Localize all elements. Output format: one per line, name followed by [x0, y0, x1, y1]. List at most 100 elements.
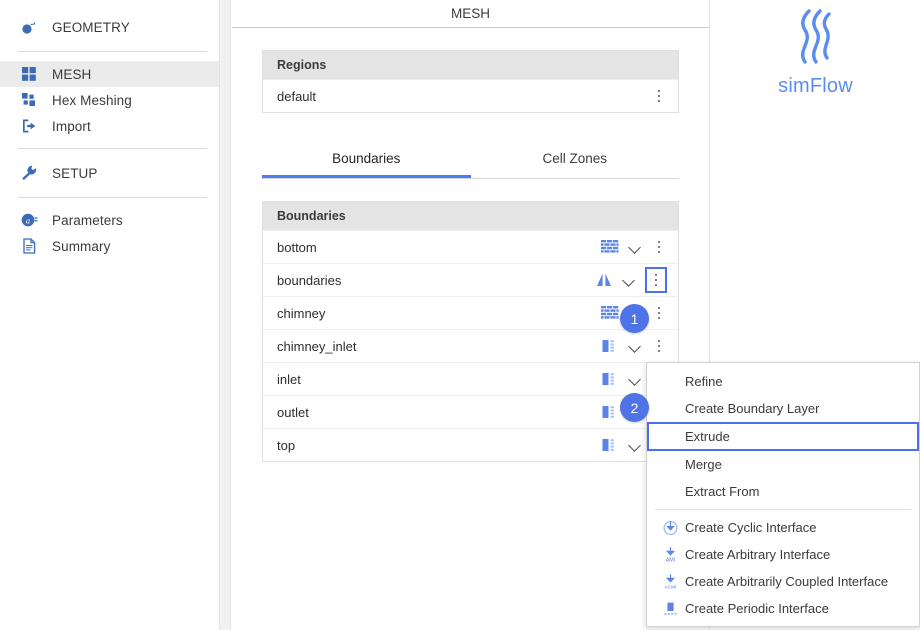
page-title: MESH: [450, 6, 490, 21]
menu-item-label: Create Cyclic Interface: [685, 520, 817, 535]
menu-item-label: Refine: [685, 374, 723, 389]
menu-item-label: Create Boundary Layer: [685, 401, 820, 416]
boundary-row-actions: [601, 237, 667, 257]
tab-cell-zones[interactable]: Cell Zones: [471, 145, 680, 178]
sidebar-item-label: SETUP: [52, 165, 98, 181]
simflow-application-window: GEOMETRY MESH Hex Meshing Import SETUP a…: [0, 0, 920, 630]
menu-separator: [655, 509, 911, 510]
sidebar-item-label: Hex Meshing: [52, 92, 132, 108]
boundary-kebab-menu-icon[interactable]: [651, 336, 667, 356]
boundary-kebab-menu-icon-active[interactable]: [645, 267, 667, 293]
menu-item-label: Create Periodic Interface: [685, 601, 829, 616]
boundaries-cellzones-tabs: Boundaries Cell Zones: [262, 145, 679, 179]
boundary-kebab-menu-icon[interactable]: [651, 303, 667, 323]
menu-item-merge[interactable]: Merge: [647, 451, 919, 478]
chevron-down-icon[interactable]: [628, 438, 642, 452]
sidebar-main-divider: [219, 0, 231, 630]
simflow-flame-icon: [787, 6, 845, 73]
main-title-bar: MESH: [232, 0, 709, 28]
step-badge-2: 2: [620, 393, 649, 422]
table-row[interactable]: chimney: [263, 296, 678, 329]
table-row[interactable]: chimney_inlet: [263, 329, 678, 362]
svg-text:ACMI: ACMI: [664, 585, 676, 590]
simflow-logo: simFlow: [710, 6, 920, 98]
sidebar-item-label: Summary: [52, 238, 111, 254]
wrench-icon: [18, 162, 40, 184]
menu-item-create-cyclic-interface[interactable]: Create Cyclic Interface: [647, 514, 919, 541]
table-row[interactable]: bottom: [263, 230, 678, 263]
boundary-name: chimney_inlet: [277, 338, 357, 354]
chevron-down-icon[interactable]: [622, 273, 636, 287]
import-icon: [18, 115, 40, 137]
boundary-row-actions: [601, 336, 667, 356]
summary-document-icon: [18, 235, 40, 257]
sidebar-item-label: MESH: [52, 66, 92, 82]
menu-item-create-periodic-interface[interactable]: Create Periodic Interface: [647, 595, 919, 622]
regions-card: Regions default: [262, 50, 679, 113]
simflow-logo-text: simFlow: [778, 75, 853, 97]
menu-item-refine[interactable]: Refine: [647, 368, 919, 395]
sidebar-item-mesh[interactable]: MESH: [0, 61, 219, 87]
step-badge-1: 1: [620, 304, 649, 333]
patch-icon: [601, 371, 619, 387]
sidebar-divider-1: [18, 51, 207, 52]
table-row[interactable]: default: [263, 79, 678, 112]
chevron-down-icon[interactable]: [628, 240, 642, 254]
sidebar-item-summary[interactable]: Summary: [0, 233, 219, 259]
menu-item-extrude[interactable]: Extrude: [647, 422, 919, 451]
symmetry-icon: [595, 272, 613, 288]
ami-interface-icon: AMI: [659, 545, 681, 565]
hex-meshing-icon: [18, 89, 40, 111]
sidebar-divider-3: [18, 197, 207, 198]
acmi-interface-icon: ACMI: [659, 572, 681, 592]
sidebar-item-setup[interactable]: SETUP: [0, 158, 219, 188]
left-sidebar: GEOMETRY MESH Hex Meshing Import SETUP a…: [0, 0, 219, 630]
sidebar-item-parameters[interactable]: a Parameters: [0, 207, 219, 233]
table-row[interactable]: inlet: [263, 362, 678, 395]
sidebar-divider-2: [18, 148, 207, 149]
boundary-kebab-menu-icon[interactable]: [651, 237, 667, 257]
patch-icon: [601, 338, 619, 354]
wall-brick-icon: [601, 239, 619, 255]
chevron-down-icon[interactable]: [628, 372, 642, 386]
menu-item-label: Extract From: [685, 484, 760, 499]
wall-brick-icon: [601, 305, 619, 321]
region-kebab-menu-icon[interactable]: [651, 86, 667, 106]
menu-item-create-arbitrarily-coupled-interface[interactable]: ACMI Create Arbitrarily Coupled Interfac…: [647, 568, 919, 595]
boundaries-header: Boundaries: [263, 202, 678, 230]
patch-icon: [601, 437, 619, 453]
geometry-icon: [18, 16, 40, 38]
menu-item-extract-from[interactable]: Extract From: [647, 478, 919, 505]
boundary-row-actions: [595, 267, 667, 293]
periodic-interface-icon: [659, 599, 681, 619]
boundary-name: top: [277, 437, 296, 453]
sidebar-item-import[interactable]: Import: [0, 113, 219, 139]
sidebar-item-hex-meshing[interactable]: Hex Meshing: [0, 87, 219, 113]
boundary-context-menu: Refine Create Boundary Layer Extrude Mer…: [646, 362, 920, 627]
cyclic-interface-icon: [659, 518, 681, 538]
menu-item-label: Merge: [685, 457, 722, 472]
boundary-name: outlet: [277, 404, 309, 420]
tab-boundaries[interactable]: Boundaries: [262, 145, 471, 178]
menu-item-label: Create Arbitrary Interface: [685, 547, 831, 562]
tab-label: Cell Zones: [542, 151, 608, 166]
boundary-name: bottom: [277, 239, 317, 255]
sidebar-item-geometry[interactable]: GEOMETRY: [0, 12, 219, 42]
chevron-down-icon[interactable]: [628, 339, 642, 353]
patch-icon: [601, 404, 619, 420]
table-row[interactable]: top: [263, 428, 678, 461]
menu-item-create-boundary-layer[interactable]: Create Boundary Layer: [647, 395, 919, 422]
boundaries-card: Boundaries bottom boundaries chimney chi…: [262, 201, 679, 462]
tab-label: Boundaries: [332, 151, 401, 166]
table-row[interactable]: boundaries: [263, 263, 678, 296]
step-badge-number: 1: [630, 310, 639, 327]
svg-text:AMI: AMI: [665, 558, 675, 563]
region-name: default: [277, 88, 317, 104]
sidebar-item-label: GEOMETRY: [52, 19, 130, 35]
menu-item-label: Extrude: [685, 429, 730, 444]
boundary-name: inlet: [277, 371, 301, 387]
table-row[interactable]: outlet: [263, 395, 678, 428]
svg-text:a: a: [26, 216, 30, 225]
menu-item-create-arbitrary-interface[interactable]: AMI Create Arbitrary Interface: [647, 541, 919, 568]
step-badge-number: 2: [630, 399, 639, 416]
